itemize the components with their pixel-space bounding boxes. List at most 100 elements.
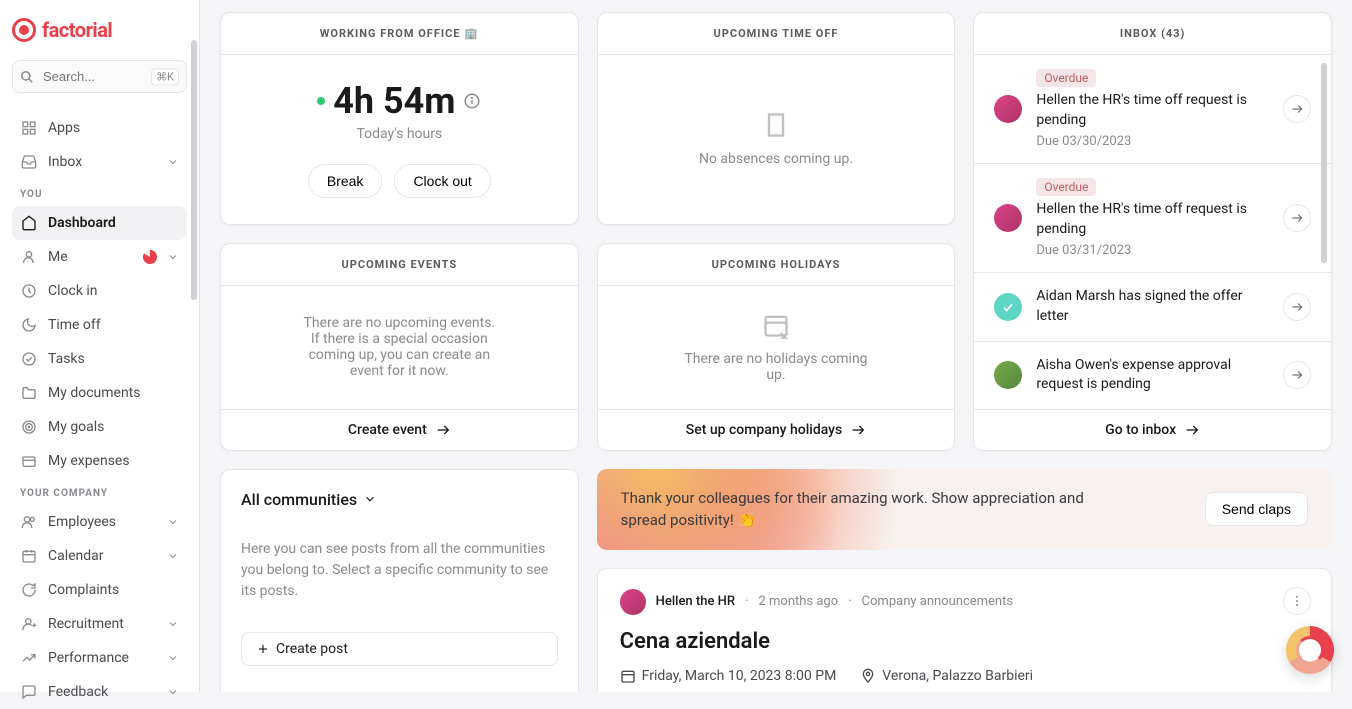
info-icon[interactable] — [463, 92, 481, 110]
arrow-right-icon[interactable] — [1283, 204, 1311, 232]
chevron-down-icon — [167, 550, 179, 562]
card-header: INBOX (43) — [974, 13, 1331, 55]
arrow-right-icon[interactable] — [1283, 95, 1311, 123]
chevron-down-icon — [167, 618, 179, 630]
communities-dropdown[interactable]: All communities — [241, 490, 558, 509]
search-container: ⌘K — [12, 60, 187, 93]
user-icon — [20, 248, 38, 266]
section-company: YOUR COMPANY — [20, 488, 179, 499]
nav-label: Feedback — [48, 684, 108, 700]
home-icon — [20, 214, 38, 232]
nav-my-documents[interactable]: My documents — [12, 376, 187, 410]
inbox-item[interactable]: Aisha Owen's expense approval request is… — [974, 342, 1331, 409]
card-header: UPCOMING EVENTS — [221, 244, 578, 286]
nav-label: Clock in — [48, 283, 98, 299]
overdue-badge: Overdue — [1036, 178, 1096, 196]
inbox-item-title: Aisha Owen's expense approval request is… — [1036, 356, 1269, 395]
setup-holidays-button[interactable]: Set up company holidays — [598, 409, 955, 450]
footer-label: Set up company holidays — [686, 422, 843, 438]
clock-card: WORKING FROM OFFICE 🏢 4h 54m Today's hou… — [220, 12, 579, 225]
nav-label: Inbox — [48, 154, 82, 170]
nav-label: My expenses — [48, 453, 130, 469]
inbox-item[interactable]: Overdue Hellen the HR's time off request… — [974, 55, 1331, 164]
nav-tasks[interactable]: Tasks — [12, 342, 187, 376]
banner-text: Thank your colleagues for their amazing … — [621, 487, 1125, 532]
time-value: 4h 54m — [333, 80, 455, 122]
break-button[interactable]: Break — [308, 164, 383, 198]
calendar-icon — [20, 547, 38, 565]
inbox-list: Overdue Hellen the HR's time off request… — [974, 55, 1331, 409]
nav-clock-in[interactable]: Clock in — [12, 274, 187, 308]
nav-label: My documents — [48, 385, 140, 401]
nav-label: Me — [48, 249, 68, 265]
post-date: Friday, March 10, 2023 8:00 PM — [620, 668, 837, 684]
post-category[interactable]: Company announcements — [862, 594, 1014, 609]
avatar — [994, 95, 1022, 123]
nav-apps[interactable]: Apps — [12, 111, 187, 145]
inbox-item[interactable]: Aidan Marsh has signed the offer letter — [974, 273, 1331, 341]
building-icon — [762, 111, 790, 139]
go-to-inbox-button[interactable]: Go to inbox — [974, 409, 1331, 450]
inbox-item-due: Due 03/31/2023 — [1036, 243, 1269, 258]
inbox-item-due: Due 03/30/2023 — [1036, 134, 1269, 149]
dropdown-label: All communities — [241, 490, 357, 509]
post-author[interactable]: Hellen the HR — [656, 594, 735, 609]
nav-calendar[interactable]: Calendar — [12, 539, 187, 573]
card-header: WORKING FROM OFFICE 🏢 — [221, 13, 578, 55]
footer-label: Go to inbox — [1105, 422, 1176, 438]
nav-label: Time off — [48, 317, 101, 333]
search-icon — [20, 70, 34, 84]
post-header: Hellen the HR · 2 months ago · Company a… — [620, 589, 1309, 615]
folder-icon — [20, 384, 38, 402]
check-circle-icon — [20, 350, 38, 368]
footer-label: Create event — [348, 422, 427, 438]
nav-label: Dashboard — [48, 215, 116, 231]
post-menu-button[interactable] — [1283, 587, 1311, 615]
status-dot-icon — [317, 97, 325, 105]
help-fab-button[interactable] — [1286, 626, 1334, 674]
inbox-item[interactable]: Overdue Hellen the HR's time off request… — [974, 164, 1331, 273]
nav-feedback[interactable]: Feedback — [12, 675, 187, 709]
claps-banner: Thank your colleagues for their amazing … — [597, 469, 1332, 550]
chart-icon — [20, 649, 38, 667]
clock-out-button[interactable]: Clock out — [394, 164, 490, 198]
nav-dashboard[interactable]: Dashboard — [12, 206, 187, 240]
arrow-right-icon[interactable] — [1283, 293, 1311, 321]
inbox-card: INBOX (43) Overdue Hellen the HR's time … — [973, 12, 1332, 451]
moon-icon — [20, 316, 38, 334]
nav-my-expenses[interactable]: My expenses — [12, 444, 187, 478]
nav-me[interactable]: Me — [12, 240, 187, 274]
create-post-button[interactable]: Create post — [241, 632, 558, 666]
apps-icon — [20, 119, 38, 137]
nav-inbox[interactable]: Inbox — [12, 145, 187, 179]
arrow-right-icon[interactable] — [1283, 361, 1311, 389]
send-claps-button[interactable]: Send claps — [1205, 492, 1308, 526]
nav-complaints[interactable]: Complaints — [12, 573, 187, 607]
communities-description: Here you can see posts from all the comm… — [241, 539, 558, 602]
inbox-scrollbar[interactable] — [1321, 63, 1327, 263]
communities-card: All communities Here you can see posts f… — [220, 469, 579, 692]
inbox-item-title: Hellen the HR's time off request is pend… — [1036, 91, 1269, 130]
nav-recruitment[interactable]: Recruitment — [12, 607, 187, 641]
section-you: YOU — [20, 189, 179, 200]
sidebar-scrollbar[interactable] — [191, 40, 197, 300]
brand-name: factorial — [42, 18, 112, 42]
nav-label: Calendar — [48, 548, 104, 564]
target-icon — [20, 418, 38, 436]
sidebar: factorial ⌘K Apps Inbox YOU Dashboard Me… — [0, 0, 200, 692]
nav-label: Recruitment — [48, 616, 124, 632]
inbox-item-title: Aidan Marsh has signed the offer letter — [1036, 287, 1269, 326]
search-kbd: ⌘K — [151, 68, 179, 85]
create-event-button[interactable]: Create event — [221, 409, 578, 450]
holidays-card: UPCOMING HOLIDAYS There are no holidays … — [597, 243, 956, 451]
nav-performance[interactable]: Performance — [12, 641, 187, 675]
nav-my-goals[interactable]: My goals — [12, 410, 187, 444]
events-card: UPCOMING EVENTS There are no upcoming ev… — [220, 243, 579, 451]
card-header: UPCOMING HOLIDAYS — [598, 244, 955, 286]
nav-label: My goals — [48, 419, 104, 435]
nav-employees[interactable]: Employees — [12, 505, 187, 539]
separator: · — [848, 594, 851, 609]
nav-time-off[interactable]: Time off — [12, 308, 187, 342]
author-avatar — [620, 589, 646, 615]
chat-icon — [20, 581, 38, 599]
